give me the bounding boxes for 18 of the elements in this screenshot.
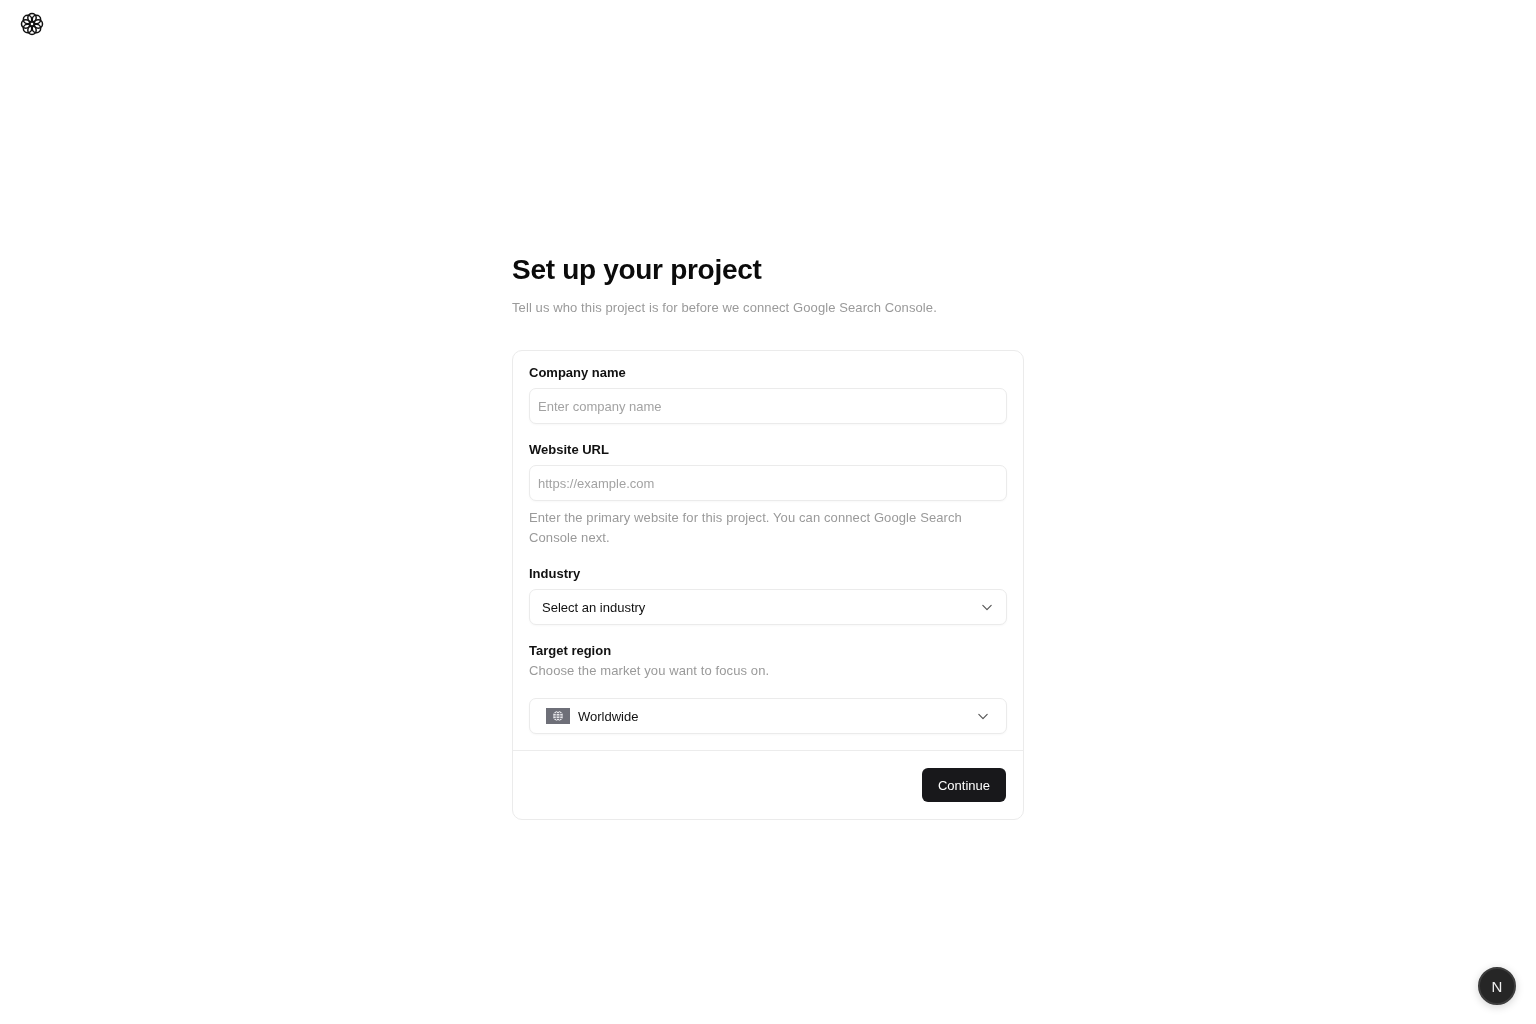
- region-select-field[interactable]: Worldwide: [529, 698, 1007, 734]
- chevron-down-icon: [978, 712, 988, 720]
- field-description: Choose the market you want to focus on.: [529, 662, 771, 680]
- globe-flag-icon: [546, 708, 570, 724]
- flower-logo-icon[interactable]: [20, 12, 44, 36]
- field-help-text: Enter the primary website for this project. You can connect Google Search Console next.: [529, 509, 963, 547]
- field-label: Industry: [529, 565, 582, 583]
- dev-indicator-button[interactable]: N: [1478, 967, 1516, 1005]
- field-label: Target region: [529, 642, 613, 660]
- page-subtitle: Tell us who this project is for before we connect Google Search Console.: [512, 299, 938, 317]
- continue-button[interactable]: Continue: [921, 768, 1006, 802]
- field-label: Website URL: [529, 441, 610, 459]
- select-field[interactable]: Select an industry: [529, 589, 1007, 625]
- chevron-down-icon: [982, 603, 992, 611]
- page-title: Set up your project: [512, 253, 763, 287]
- field-label: Company name: [529, 364, 627, 382]
- text-input[interactable]: Enter company name: [529, 388, 1007, 424]
- text-input[interactable]: https://example.com: [529, 465, 1007, 501]
